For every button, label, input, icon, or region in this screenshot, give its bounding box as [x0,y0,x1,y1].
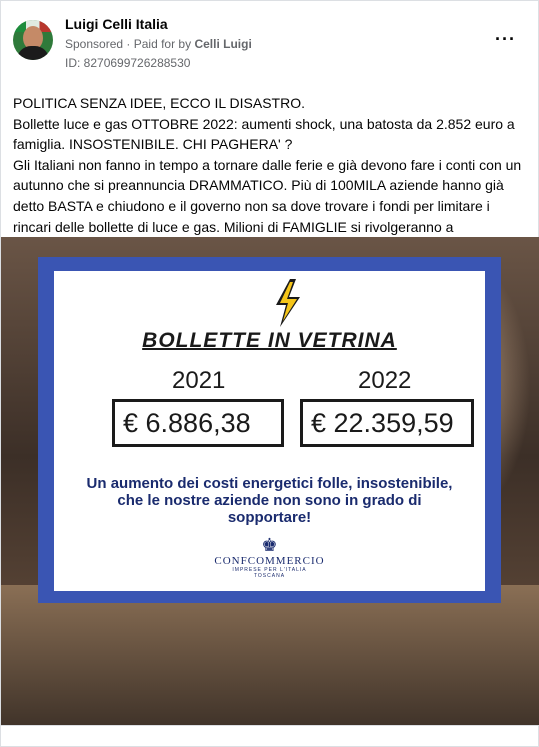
shop-window-sign: BOLLETTE IN VETRINA 2021 2022 € 6.886,38… [38,257,501,603]
paid-for-label: · Paid for by [126,37,192,51]
more-options-icon[interactable]: ··· [495,29,516,50]
post-text-line: Bollette luce e gas OTTOBRE 2022: aument… [13,115,515,153]
page-name-link[interactable]: Luigi Celli Italia [65,15,252,33]
post-meta: Luigi Celli Italia Sponsored · Paid for … [65,15,252,71]
year-2022: 2022 [358,367,412,394]
post-text-line: POLITICA SENZA IDEE, ECCO IL DISASTRO. [13,95,305,111]
confcommercio-logo: ♚ CONFCOMMERCIO IMPRESE PER L'ITALIA TOS… [54,535,485,579]
ad-post-card: Luigi Celli Italia Sponsored · Paid for … [0,0,539,747]
eagle-icon: ♚ [261,535,278,555]
amount-2022: € 22.359,59 [300,399,474,447]
sponsored-line: Sponsored · Paid for by Celli Luigi [65,35,252,53]
amount-2021: € 6.886,38 [112,399,284,447]
logo-name: CONFCOMMERCIO [214,555,325,567]
ad-id: ID: 8270699726288530 [65,56,191,70]
divider [1,725,539,726]
page-avatar[interactable] [13,20,53,60]
post-header: Luigi Celli Italia Sponsored · Paid for … [13,15,526,70]
lightning-bolt-icon [276,279,300,327]
paid-for-name[interactable]: Celli Luigi [194,37,251,51]
shop-counter [1,585,539,725]
year-2021: 2021 [172,367,226,394]
logo-region: TOSCANA [253,573,286,579]
sponsored-label: Sponsored [65,37,124,51]
sign-title: BOLLETTE IN VETRINA [142,329,397,352]
post-image[interactable]: BOLLETTE IN VETRINA 2021 2022 € 6.886,38… [1,237,539,725]
post-text: POLITICA SENZA IDEE, ECCO IL DISASTRO. B… [13,93,529,258]
sign-message: Un aumento dei costi energetici folle, i… [86,475,453,526]
